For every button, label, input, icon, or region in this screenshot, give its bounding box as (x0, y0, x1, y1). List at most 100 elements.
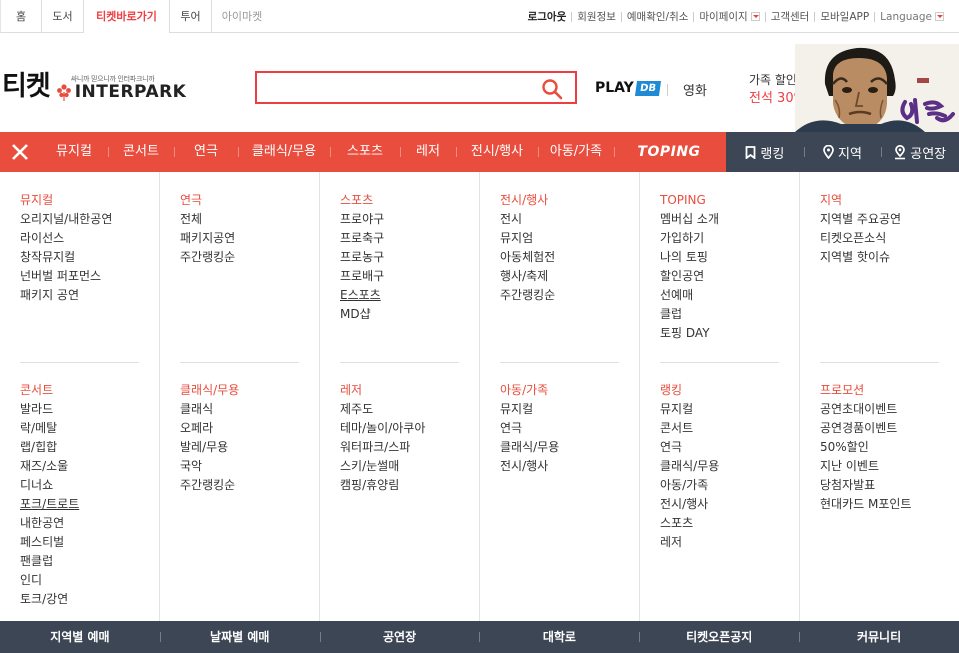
menu-section-title[interactable]: 콘서트 (20, 381, 79, 400)
quick-daehakro[interactable]: 대학로 (479, 621, 639, 653)
member-info-link[interactable]: 회원정보 (572, 9, 621, 24)
menu-section-title[interactable]: 랭킹 (660, 381, 719, 400)
menu-link[interactable]: 공연경품이벤트 (820, 419, 911, 438)
menu-link[interactable]: 발레/무용 (180, 438, 239, 457)
menu-section-title[interactable]: 연극 (180, 191, 235, 210)
menu-link[interactable]: MD샵 (340, 305, 384, 324)
menu-link[interactable]: 팬클럽 (20, 552, 79, 571)
menu-link[interactable]: 클럽 (660, 305, 719, 324)
menu-link[interactable]: 창작뮤지컬 (20, 248, 112, 267)
menu-section-title[interactable]: TOPING (660, 191, 719, 210)
menu-link[interactable]: 프로배구 (340, 267, 384, 286)
menu-link[interactable]: 당첨자발표 (820, 476, 911, 495)
menu-link[interactable]: 가입하기 (660, 229, 719, 248)
quick-venue[interactable]: 공연장 (319, 621, 480, 653)
menu-link[interactable]: 국악 (180, 457, 239, 476)
menu-link[interactable]: 연극 (500, 419, 559, 438)
menu-link[interactable]: 나의 토핑 (660, 248, 719, 267)
menu-section-title[interactable]: 지역 (820, 191, 901, 210)
tab-tour[interactable]: 투어 (170, 0, 212, 33)
ticket-logo[interactable]: 티켓 싸니까 믿으니까 인터파크니까 INTERPARK (2, 72, 186, 103)
menu-link[interactable]: 발라드 (20, 400, 79, 419)
playdb-link[interactable]: PLAY DB (595, 80, 661, 96)
menu-link[interactable]: 전체 (180, 210, 235, 229)
menu-link[interactable]: 행사/축제 (500, 267, 555, 286)
menu-section-title[interactable]: 뮤지컬 (20, 191, 112, 210)
menu-link[interactable]: 멤버십 소개 (660, 210, 719, 229)
menu-link[interactable]: 오리지널/내한공연 (20, 210, 112, 229)
customer-center-link[interactable]: 고객센터 (766, 9, 815, 24)
promo-poster-image[interactable] (795, 44, 959, 132)
menu-link[interactable]: 재즈/소울 (20, 457, 79, 476)
menu-link[interactable]: 캠핑/휴양림 (340, 476, 425, 495)
menu-link[interactable]: 디너쇼 (20, 476, 79, 495)
nav-region[interactable]: 지역 (803, 132, 882, 172)
language-select[interactable]: Language (875, 11, 949, 23)
menu-link[interactable]: 뮤지컬 (500, 400, 559, 419)
mypage-link[interactable]: 마이페이지 (694, 9, 764, 24)
menu-link[interactable]: 연극 (660, 438, 719, 457)
nav-kids-family[interactable]: 아동/가족 (538, 132, 614, 172)
nav-ranking[interactable]: 랭킹 (726, 132, 804, 172)
menu-link[interactable]: 테마/놀이/아쿠아 (340, 419, 425, 438)
tab-ticket[interactable]: 티켓바로가기 (84, 0, 170, 33)
menu-link[interactable]: 지역별 핫이슈 (820, 248, 901, 267)
quick-region-booking[interactable]: 지역별 예매 (0, 621, 160, 653)
nav-venue[interactable]: 공연장 (881, 132, 959, 172)
menu-link[interactable]: 콘서트 (660, 419, 719, 438)
quick-community[interactable]: 커뮤니티 (799, 621, 959, 653)
menu-link[interactable]: 주간랭킹순 (500, 286, 555, 305)
menu-link[interactable]: 전시/행사 (660, 495, 719, 514)
menu-section-title[interactable]: 아동/가족 (500, 381, 559, 400)
nav-sports[interactable]: 스포츠 (330, 132, 400, 172)
quick-date-booking[interactable]: 날짜별 예매 (159, 621, 320, 653)
menu-link[interactable]: E스포츠 (340, 286, 384, 305)
menu-link[interactable]: 오페라 (180, 419, 239, 438)
menu-link[interactable]: 지역별 주요공연 (820, 210, 901, 229)
menu-section-title[interactable]: 전시/행사 (500, 191, 555, 210)
menu-link[interactable]: 프로야구 (340, 210, 384, 229)
reserve-check-link[interactable]: 예매확인/취소 (622, 9, 694, 24)
menu-link[interactable]: 락/메탈 (20, 419, 79, 438)
mobile-app-link[interactable]: 모바일APP (815, 9, 874, 24)
nav-leisure[interactable]: 레저 (400, 132, 456, 172)
menu-link[interactable]: 워터파크/스파 (340, 438, 425, 457)
menu-link[interactable]: 패키지공연 (180, 229, 235, 248)
menu-section-title[interactable]: 클래식/무용 (180, 381, 239, 400)
nav-exhibition[interactable]: 전시/행사 (456, 132, 538, 172)
menu-link[interactable]: 아동/가족 (660, 476, 719, 495)
menu-link[interactable]: 라이선스 (20, 229, 112, 248)
menu-section-title[interactable]: 스포츠 (340, 191, 384, 210)
menu-link[interactable]: 아동체험전 (500, 248, 555, 267)
menu-link[interactable]: 현대카드 M포인트 (820, 495, 911, 514)
nav-play[interactable]: 연극 (174, 132, 238, 172)
menu-link[interactable]: 공연초대이벤트 (820, 400, 911, 419)
tab-books[interactable]: 도서 (42, 0, 84, 33)
search-button[interactable] (541, 78, 563, 100)
menu-link[interactable]: 선예매 (660, 286, 719, 305)
menu-link[interactable]: 할인공연 (660, 267, 719, 286)
menu-link[interactable]: 주간랭킹순 (180, 476, 239, 495)
tab-home[interactable]: 홈 (0, 0, 42, 33)
menu-link[interactable]: 전시/행사 (500, 457, 559, 476)
close-menu-button[interactable] (0, 132, 40, 172)
menu-link[interactable]: 레저 (660, 533, 719, 552)
menu-link[interactable]: 뮤지엄 (500, 229, 555, 248)
menu-link[interactable]: 클래식/무용 (500, 438, 559, 457)
menu-section-title[interactable]: 레저 (340, 381, 425, 400)
menu-link[interactable]: 주간랭킹순 (180, 248, 235, 267)
nav-toping[interactable]: TOPING (614, 132, 724, 172)
menu-link[interactable]: 클래식 (180, 400, 239, 419)
menu-link[interactable]: 지난 이벤트 (820, 457, 911, 476)
search-input[interactable] (263, 73, 533, 102)
menu-link[interactable]: 넌버벌 퍼포먼스 (20, 267, 112, 286)
menu-link[interactable]: 토크/강연 (20, 590, 79, 609)
nav-musical[interactable]: 뮤지컬 (40, 132, 108, 172)
menu-link[interactable]: 티켓오픈소식 (820, 229, 901, 248)
dropdown-arrow-icon[interactable] (750, 12, 760, 21)
menu-link[interactable]: 인디 (20, 571, 79, 590)
nav-classic-dance[interactable]: 클래식/무용 (238, 132, 330, 172)
quick-ticket-open[interactable]: 티켓오픈공지 (639, 621, 799, 653)
menu-link[interactable]: 페스티벌 (20, 533, 79, 552)
menu-link[interactable]: 뮤지컬 (660, 400, 719, 419)
